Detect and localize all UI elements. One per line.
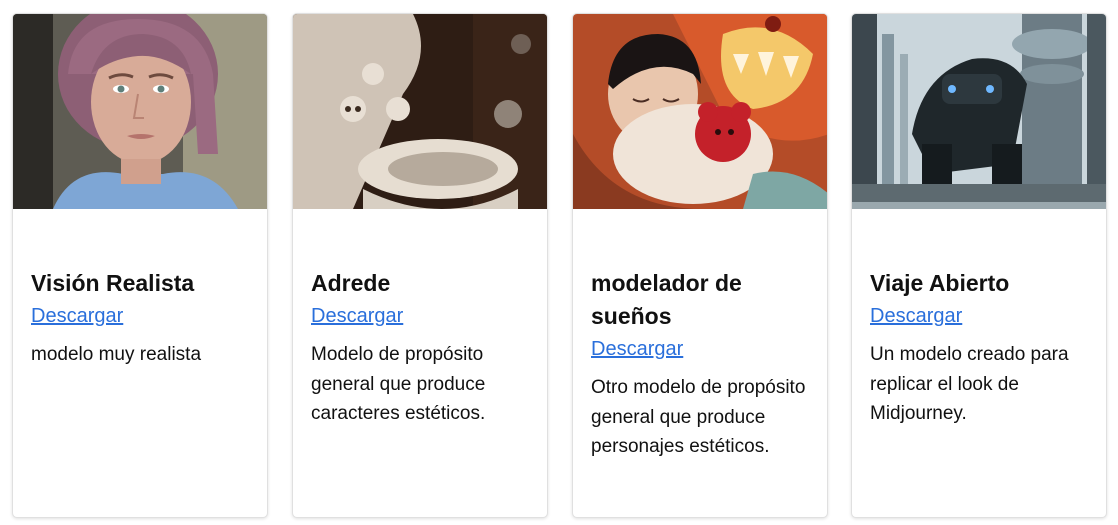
model-card-modelador-de-suenos: modelador de sueños Descargar Otro model… [572, 13, 828, 518]
model-card-adrede: Adrede Descargar Modelo de propósito gen… [292, 13, 548, 518]
model-thumbnail [852, 14, 1106, 209]
card-description: Modelo de propósito general que produce … [311, 344, 486, 424]
card-description: Otro modelo de propósito general que pro… [591, 377, 806, 457]
portrait-image [13, 14, 267, 209]
model-card-vision-realista: Visión Realista Descargar modelo muy rea… [12, 13, 268, 518]
ornate-toilet-image [293, 14, 547, 209]
download-link[interactable]: Descargar [870, 302, 962, 330]
card-title: Visión Realista [31, 270, 195, 296]
sleeping-girl-image [573, 14, 827, 209]
card-description: modelo muy realista [31, 344, 202, 365]
card-title: Viaje Abierto [870, 270, 1010, 296]
model-thumbnail [293, 14, 547, 209]
robot-city-image [852, 14, 1106, 209]
download-link[interactable]: Descargar [31, 302, 123, 330]
model-card-viaje-abierto: Viaje Abierto Descargar Un modelo creado… [851, 13, 1107, 518]
model-thumbnail [573, 14, 827, 209]
download-link[interactable]: Descargar [591, 335, 683, 363]
card-title: modelador de sueños [591, 270, 742, 329]
model-card-grid: Visión Realista Descargar modelo muy rea… [0, 0, 1118, 525]
card-title: Adrede [311, 270, 391, 296]
card-description: Un modelo creado para replicar el look d… [870, 344, 1069, 424]
download-link[interactable]: Descargar [311, 302, 403, 330]
model-thumbnail [13, 14, 267, 209]
